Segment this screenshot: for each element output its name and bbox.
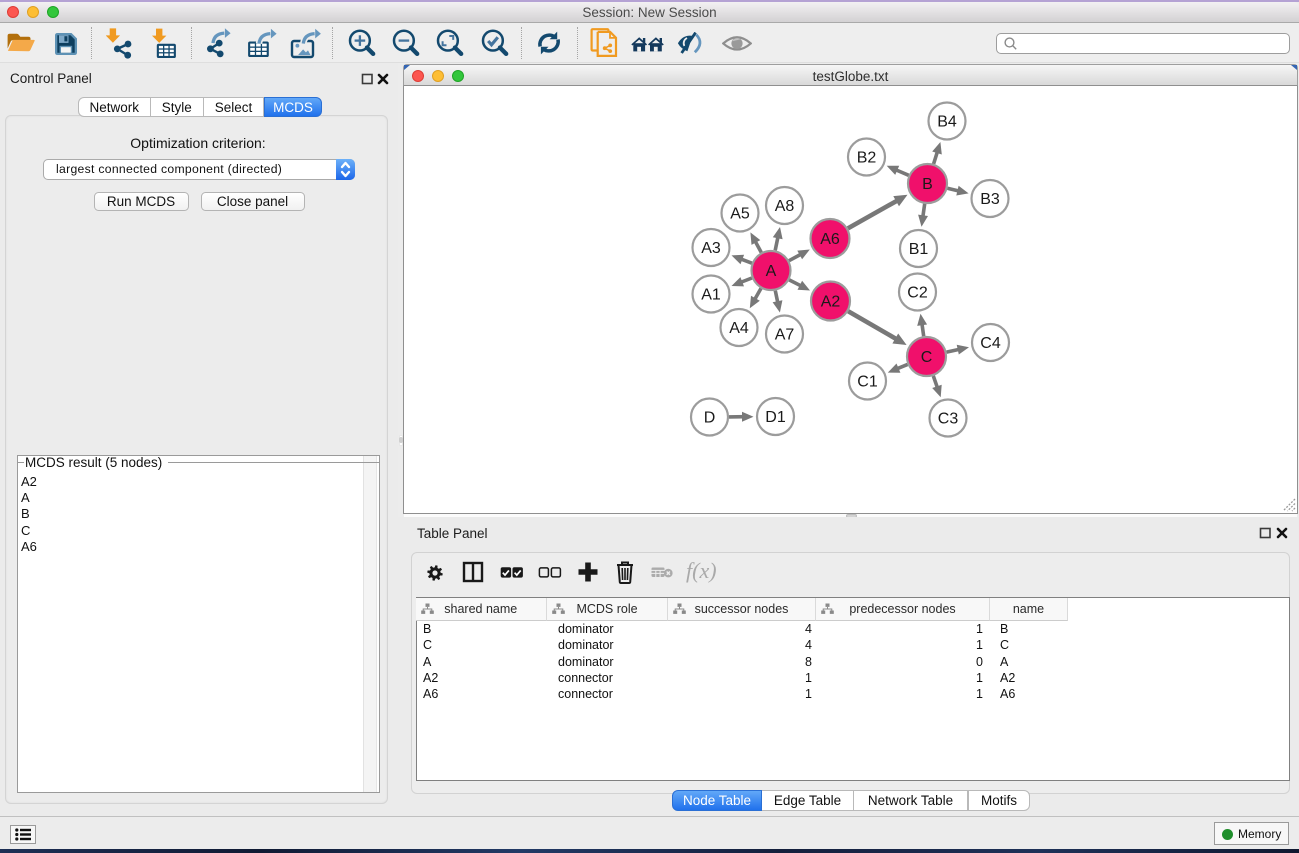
svg-text:A8: A8: [775, 198, 795, 215]
svg-text:B3: B3: [980, 191, 1000, 208]
svg-text:A4: A4: [729, 320, 749, 337]
svg-text:C4: C4: [980, 335, 1001, 352]
svg-text:C3: C3: [938, 411, 959, 428]
svg-text:A6: A6: [820, 231, 840, 248]
svg-text:A2: A2: [821, 294, 841, 311]
svg-text:B1: B1: [909, 241, 929, 258]
svg-text:B: B: [922, 176, 933, 193]
svg-text:C: C: [921, 349, 933, 366]
svg-text:A: A: [766, 263, 777, 280]
svg-text:A5: A5: [730, 206, 750, 223]
svg-text:B2: B2: [857, 150, 877, 167]
svg-text:A3: A3: [701, 240, 721, 257]
svg-text:D: D: [704, 410, 716, 427]
svg-text:B4: B4: [937, 114, 957, 131]
svg-text:C2: C2: [907, 285, 928, 302]
svg-text:C1: C1: [857, 374, 878, 391]
svg-text:A1: A1: [701, 287, 721, 304]
svg-text:A7: A7: [775, 327, 795, 344]
svg-text:D1: D1: [765, 409, 786, 426]
